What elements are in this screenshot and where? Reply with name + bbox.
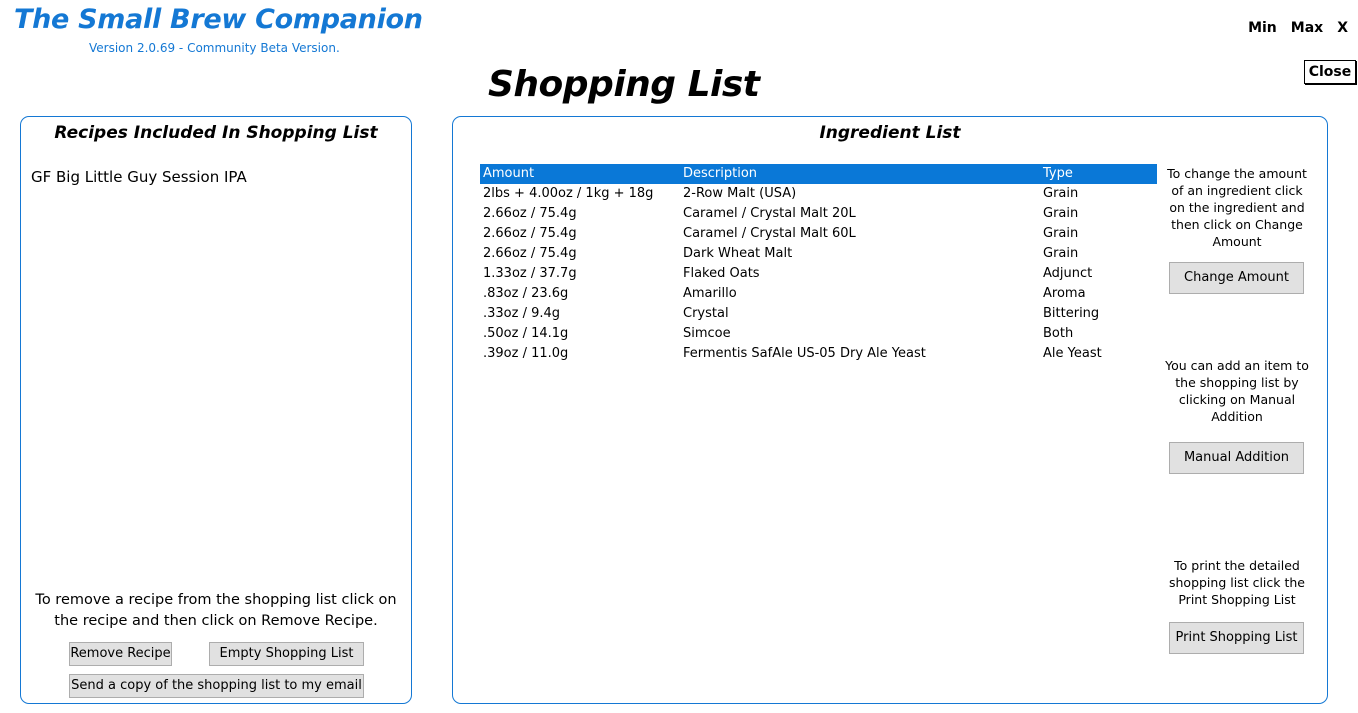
cell-amount: .83oz / 23.6g (483, 286, 569, 301)
cell-description: Flaked Oats (683, 266, 760, 281)
cell-amount: .50oz / 14.1g (483, 326, 569, 341)
app-title: The Small Brew Companion (14, 4, 423, 35)
recipe-list-item[interactable]: GF Big Little Guy Session IPA (31, 167, 247, 187)
cell-type: Grain (1043, 226, 1079, 241)
table-row[interactable]: .39oz / 11.0g Fermentis SafAle US-05 Dry… (480, 344, 1157, 364)
page-title: Shopping List (488, 64, 760, 105)
remove-recipe-help-text: To remove a recipe from the shopping lis… (35, 592, 397, 629)
cell-amount: .33oz / 9.4g (483, 306, 561, 321)
cell-amount: .39oz / 11.0g (483, 346, 569, 361)
print-help-text: To print the detailed shopping list clic… (1168, 558, 1305, 607)
cell-amount: 1.33oz / 37.7g (483, 266, 577, 281)
table-row[interactable]: .50oz / 14.1g Simcoe Both (480, 324, 1157, 344)
close-button[interactable]: Close (1304, 60, 1356, 84)
cell-amount: 2.66oz / 75.4g (483, 246, 577, 261)
cell-description: 2-Row Malt (USA) (683, 186, 797, 201)
recipes-panel: Recipes Included In Shopping List GF Big… (20, 116, 412, 704)
cell-type: Adjunct (1043, 266, 1093, 281)
cell-type: Bittering (1043, 306, 1100, 321)
minimize-button[interactable]: Min (1248, 20, 1277, 36)
cell-description: Dark Wheat Malt (683, 246, 793, 261)
cell-type: Ale Yeast (1043, 346, 1102, 361)
table-row[interactable]: 2.66oz / 75.4g Dark Wheat Malt Grain (480, 244, 1157, 264)
close-window-button[interactable]: X (1337, 20, 1348, 36)
table-row[interactable]: 2lbs + 4.00oz / 1kg + 18g 2-Row Malt (US… (480, 184, 1157, 204)
cell-amount: 2.66oz / 75.4g (483, 226, 577, 241)
cell-description: Amarillo (683, 286, 737, 301)
cell-type: Grain (1043, 186, 1079, 201)
column-header-description[interactable]: Description (680, 164, 1040, 184)
cell-description: Crystal (683, 306, 729, 321)
ingredient-table[interactable]: Amount Description Type 2lbs + 4.00oz / … (480, 164, 1157, 364)
print-shopping-list-button[interactable]: Print Shopping List (1169, 622, 1304, 654)
column-header-type[interactable]: Type (1040, 164, 1157, 184)
ingredient-table-header: Amount Description Type (480, 164, 1157, 184)
column-header-amount[interactable]: Amount (480, 164, 680, 184)
table-row[interactable]: 2.66oz / 75.4g Caramel / Crystal Malt 20… (480, 204, 1157, 224)
empty-shopping-list-button[interactable]: Empty Shopping List (209, 642, 364, 666)
maximize-button[interactable]: Max (1291, 20, 1323, 36)
recipe-list[interactable]: GF Big Little Guy Session IPA (31, 167, 247, 187)
manual-addition-help-text: You can add an item to the shopping list… (1165, 358, 1309, 424)
cell-type: Both (1043, 326, 1074, 341)
table-row[interactable]: 1.33oz / 37.7g Flaked Oats Adjunct (480, 264, 1157, 284)
recipes-panel-heading: Recipes Included In Shopping List (54, 123, 378, 143)
manual-addition-button[interactable]: Manual Addition (1169, 442, 1304, 474)
cell-type: Grain (1043, 206, 1079, 221)
cell-description: Fermentis SafAle US-05 Dry Ale Yeast (683, 346, 926, 361)
send-email-button[interactable]: Send a copy of the shopping list to my e… (69, 674, 364, 698)
table-row[interactable]: .83oz / 23.6g Amarillo Aroma (480, 284, 1157, 304)
cell-description: Simcoe (683, 326, 731, 341)
cell-description: Caramel / Crystal Malt 20L (683, 206, 856, 221)
ingredients-panel-heading: Ingredient List (819, 123, 961, 143)
cell-amount: 2.66oz / 75.4g (483, 206, 577, 221)
app-version: Version 2.0.69 - Community Beta Version. (89, 41, 340, 55)
remove-recipe-button[interactable]: Remove Recipe (69, 642, 172, 666)
cell-amount: 2lbs + 4.00oz / 1kg + 18g (483, 186, 654, 201)
change-amount-help-text: To change the amount of an ingredient cl… (1167, 166, 1307, 249)
table-row[interactable]: .33oz / 9.4g Crystal Bittering (480, 304, 1157, 324)
window-controls: Min Max X (1248, 20, 1348, 36)
cell-type: Aroma (1043, 286, 1086, 301)
table-row[interactable]: 2.66oz / 75.4g Caramel / Crystal Malt 60… (480, 224, 1157, 244)
change-amount-button[interactable]: Change Amount (1169, 262, 1304, 294)
cell-type: Grain (1043, 246, 1079, 261)
ingredients-panel: Ingredient List Amount Description Type … (452, 116, 1328, 704)
cell-description: Caramel / Crystal Malt 60L (683, 226, 856, 241)
